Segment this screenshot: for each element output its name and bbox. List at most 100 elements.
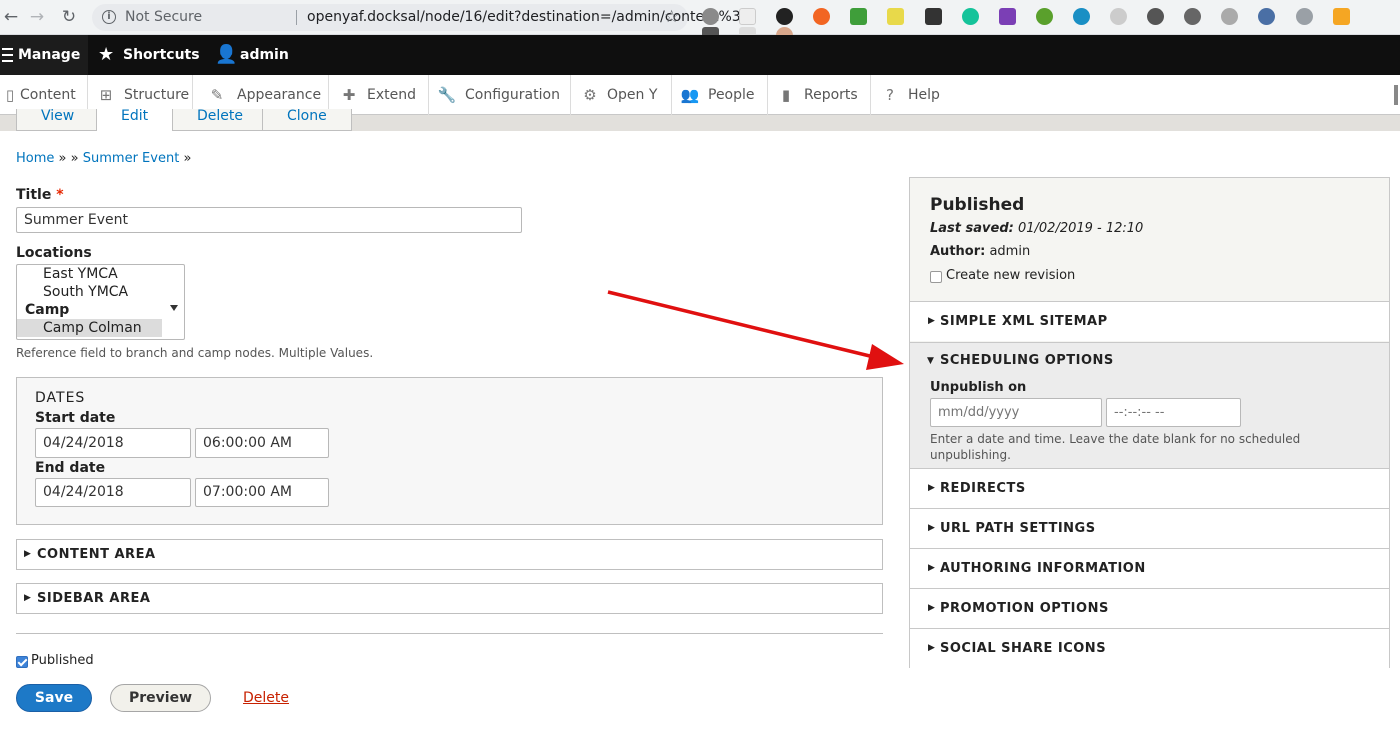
locations-select[interactable]: East YMCA South YMCA Camp Camp Colman	[16, 264, 185, 340]
chevron-down-icon[interactable]	[170, 305, 178, 311]
tray-scroll-handle[interactable]	[1394, 85, 1398, 105]
back-icon[interactable]: ←	[0, 6, 22, 28]
revision-checkbox[interactable]	[930, 271, 942, 283]
record-icon[interactable]	[813, 8, 831, 25]
title-input[interactable]: Summer Event	[16, 207, 522, 233]
opera-icon[interactable]	[702, 8, 719, 25]
url-text[interactable]: openyaf.docksal/node/16/edit?destination…	[307, 4, 747, 31]
save-button[interactable]: Save	[16, 684, 92, 712]
w-icon[interactable]	[1147, 8, 1165, 25]
grammarly-icon[interactable]	[961, 8, 979, 25]
details-label: PROMOTION OPTIONS	[940, 601, 1109, 616]
required-marker: *	[56, 187, 64, 203]
promotion-details[interactable]: ▶ PROMOTION OPTIONS	[910, 588, 1389, 628]
url-path-details[interactable]: ▶ URL PATH SETTINGS	[910, 508, 1389, 548]
tab-delete[interactable]: Delete	[172, 109, 268, 131]
security-label: Not Secure	[125, 9, 203, 25]
gear-ext-icon[interactable]	[1035, 8, 1053, 25]
tray-reports[interactable]: ▮ Reports	[768, 75, 871, 115]
tab-edit[interactable]: Edit	[96, 109, 174, 131]
sitemap-details[interactable]: ▶ SIMPLE XML SITEMAP	[910, 301, 1389, 341]
tray-help[interactable]: ? Help	[871, 75, 961, 115]
sidebar-area-details[interactable]: ▶ SIDEBAR AREA	[16, 583, 883, 614]
rp-icon[interactable]	[998, 8, 1016, 25]
people-icon: 👥	[680, 86, 700, 104]
triangle-down-icon: ▼	[927, 356, 935, 366]
tab-label: Edit	[121, 109, 149, 124]
preview-button[interactable]: Preview	[110, 684, 211, 712]
start-time-input[interactable]: 06:00:00 AM	[195, 428, 329, 458]
reload-icon[interactable]: ↻	[58, 6, 80, 28]
triangle-right-icon: ▶	[928, 483, 936, 493]
tray-configuration[interactable]: 🔧 Configuration	[429, 75, 571, 115]
separator	[296, 10, 297, 25]
unpublish-date-input[interactable]	[930, 398, 1102, 427]
forward-icon[interactable]: →	[26, 6, 48, 28]
location-option[interactable]: South YMCA	[17, 283, 184, 301]
y-icon[interactable]	[739, 8, 757, 25]
tab-label: Clone	[287, 109, 327, 124]
author-value: admin	[989, 244, 1031, 259]
tray-label: Content	[20, 87, 76, 103]
grid-icon[interactable]	[1332, 8, 1350, 25]
unpublish-time-input[interactable]	[1106, 398, 1241, 427]
drive-icon[interactable]	[1221, 8, 1239, 25]
jquery-icon[interactable]	[850, 8, 868, 25]
redirects-details[interactable]: ▶ REDIRECTS	[910, 468, 1389, 508]
user-label: admin	[240, 47, 289, 63]
triangle-right-icon: ▶	[928, 523, 936, 533]
tab-view[interactable]: View	[16, 109, 100, 131]
breadcrumb-current[interactable]: Summer Event	[83, 151, 180, 166]
scheduling-summary[interactable]: ▼ SCHEDULING OPTIONS	[910, 343, 1389, 379]
tray-label: Extend	[367, 87, 416, 103]
details-label: REDIRECTS	[940, 481, 1026, 496]
locations-description: Reference field to branch and camp nodes…	[16, 346, 374, 360]
delete-link[interactable]: Delete	[243, 690, 289, 706]
location-option[interactable]: East YMCA	[17, 265, 184, 283]
pie-icon[interactable]	[1184, 8, 1202, 25]
details-label: SIMPLE XML SITEMAP	[940, 314, 1108, 329]
tray-openy[interactable]: ⚙ Open Y	[571, 75, 672, 115]
publish-status: Published	[930, 195, 1025, 215]
divider	[16, 633, 883, 634]
tray-people[interactable]: 👥 People	[672, 75, 768, 115]
shortcuts-button[interactable]: ★ Shortcuts	[96, 35, 200, 75]
published-label: Published	[31, 653, 94, 668]
tab-clone[interactable]: Clone	[262, 109, 352, 131]
eye-icon[interactable]	[1258, 8, 1276, 25]
css-icon[interactable]	[887, 8, 905, 25]
social-share-details[interactable]: ▶ SOCIAL SHARE ICONS	[910, 628, 1389, 668]
user-button[interactable]: 👤 admin	[213, 35, 289, 75]
end-time-input[interactable]: 07:00:00 AM	[195, 478, 329, 507]
last-saved-value: 01/02/2019 - 12:10	[1017, 221, 1144, 236]
breadcrumb-sep: »	[70, 151, 79, 166]
terminal-icon[interactable]	[924, 8, 942, 25]
bookmark-star-icon[interactable]: ☆	[664, 4, 679, 31]
manage-button[interactable]: Manage	[0, 35, 88, 75]
circle-icon[interactable]	[1072, 8, 1090, 25]
last-saved-label: Last saved:	[930, 221, 1014, 236]
end-date-input[interactable]: 04/24/2018	[35, 478, 191, 507]
start-date-input[interactable]: 04/24/2018	[35, 428, 191, 458]
location-option-selected[interactable]: Camp Colman	[17, 319, 162, 337]
address-bar[interactable]: i Not Secure openyaf.docksal/node/16/edi…	[92, 4, 747, 31]
star-icon: ★	[98, 44, 115, 65]
browser-toolbar: ← → ↻ i Not Secure openyaf.docksal/node/…	[0, 0, 1400, 44]
breadcrumb-home[interactable]: Home	[16, 151, 54, 166]
help-icon: ?	[886, 86, 894, 104]
last-saved: Last saved: 01/02/2019 - 12:10	[930, 221, 1143, 236]
triangle-right-icon: ▶	[24, 549, 32, 559]
details-label: CONTENT AREA	[37, 547, 156, 562]
triangle-right-icon: ▶	[928, 563, 936, 573]
vue-icon[interactable]	[1295, 8, 1313, 25]
published-checkbox[interactable]	[16, 656, 28, 668]
authoring-details[interactable]: ▶ AUTHORING INFORMATION	[910, 548, 1389, 588]
details-label: SCHEDULING OPTIONS	[940, 353, 1114, 368]
info-icon[interactable]: i	[102, 10, 116, 24]
gear-icon: ⚙	[583, 86, 597, 104]
locations-label: Locations	[16, 245, 92, 261]
tray-label: People	[708, 87, 755, 103]
content-area-details[interactable]: ▶ CONTENT AREA	[16, 539, 883, 570]
whatfont-icon[interactable]	[1110, 8, 1128, 25]
chrome-icon[interactable]	[776, 8, 794, 25]
